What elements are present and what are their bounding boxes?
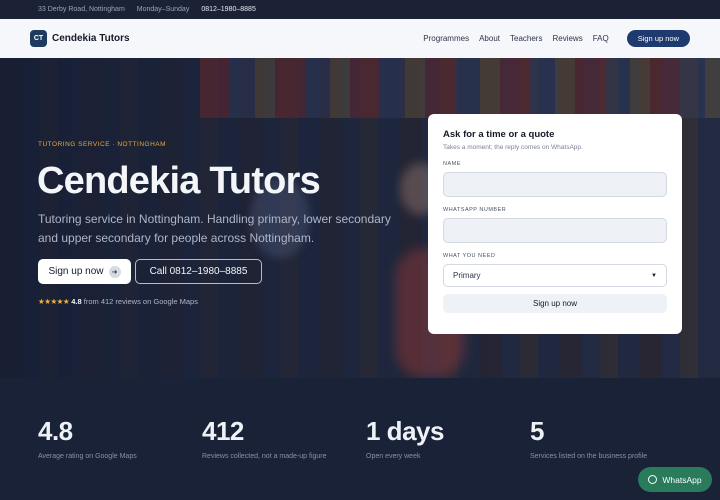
address-text: 33 Derby Road, Nottingham (38, 6, 125, 13)
nav-links: Programmes About Teachers Reviews FAQ Si… (423, 30, 690, 47)
hero-background-image (200, 58, 720, 118)
nav-link-about[interactable]: About (479, 34, 500, 43)
whatsapp-icon (648, 475, 658, 484)
logo-badge-icon: CT (30, 30, 47, 47)
nav-link-teachers[interactable]: Teachers (510, 34, 542, 43)
nav-link-programmes[interactable]: Programmes (423, 34, 469, 43)
rating-score: 4.8 (71, 297, 82, 306)
logo[interactable]: CT Cendekia Tutors (30, 30, 130, 47)
main-navigation: CT Cendekia Tutors Programmes About Teac… (0, 19, 720, 58)
stat-item: 412 Reviews collected, not a made-up fig… (202, 416, 327, 460)
name-label: NAME (443, 161, 461, 167)
chevron-down-icon: ▼ (651, 272, 657, 279)
stat-item: 5 Services listed on the business profil… (530, 416, 647, 460)
stat-value: 5 (530, 416, 544, 446)
rating-summary: ★★★★★ 4.8 from 412 reviews on Google Map… (38, 297, 198, 306)
whatsapp-label: WhatsApp (662, 474, 702, 485)
star-rating-icon: ★★★★★ (38, 297, 70, 306)
stat-label: Services listed on the business profile (530, 453, 648, 460)
top-info-bar: 33 Derby Road, Nottingham Monday–Sunday … (0, 0, 720, 19)
stat-label: Average rating on Google Maps (38, 453, 137, 460)
stats-section: 4.8 Average rating on Google Maps 412 Re… (0, 378, 720, 500)
stat-item: 4.8 Average rating on Google Maps (38, 416, 137, 460)
call-button[interactable]: Call 0812–1980–8885 (135, 259, 262, 284)
form-subtitle: Takes a moment; the reply comes on Whats… (443, 144, 583, 151)
whatsapp-number-field[interactable] (443, 218, 667, 243)
hours-text: Monday–Sunday (136, 6, 190, 13)
hero-signup-label: Sign up now (48, 266, 104, 277)
whatsapp-label: WHATSAPP NUMBER (443, 207, 507, 213)
hero-title: Cendekia Tutors (37, 160, 321, 202)
hero-subtitle: Tutoring service in Nottingham. Handling… (38, 212, 391, 245)
need-label: WHAT YOU NEED (443, 253, 496, 259)
stat-value: 1 days (366, 416, 444, 446)
stat-label: Open every week (366, 453, 421, 460)
nav-signup-button[interactable]: Sign up now (626, 30, 690, 47)
hero-eyebrow: TUTORING SERVICE · NOTTINGHAM (38, 141, 167, 148)
nav-link-reviews[interactable]: Reviews (552, 34, 582, 43)
phone-link[interactable]: 0812–1980–8885 (201, 6, 256, 13)
hero-signup-button[interactable]: Sign up now ➜ (38, 259, 131, 284)
arrow-right-icon: ➜ (108, 265, 121, 278)
name-field[interactable] (443, 172, 667, 197)
need-selected-value: Primary (453, 271, 481, 280)
stat-value: 4.8 (38, 416, 73, 446)
quote-form: Ask for a time or a quote Takes a moment… (428, 114, 682, 334)
form-submit-button[interactable]: Sign up now (443, 294, 667, 313)
nav-link-faq[interactable]: FAQ (593, 34, 609, 43)
stat-value: 412 (202, 416, 244, 446)
whatsapp-button[interactable]: WhatsApp (638, 467, 712, 492)
stat-item: 1 days Open every week (366, 416, 444, 460)
need-select[interactable]: Primary ▼ (443, 264, 667, 287)
rating-text: from 412 reviews on Google Maps (83, 297, 198, 306)
form-title: Ask for a time or a quote (443, 129, 555, 140)
stat-label: Reviews collected, not a made-up figure (202, 453, 327, 460)
brand-name: Cendekia Tutors (52, 33, 130, 44)
